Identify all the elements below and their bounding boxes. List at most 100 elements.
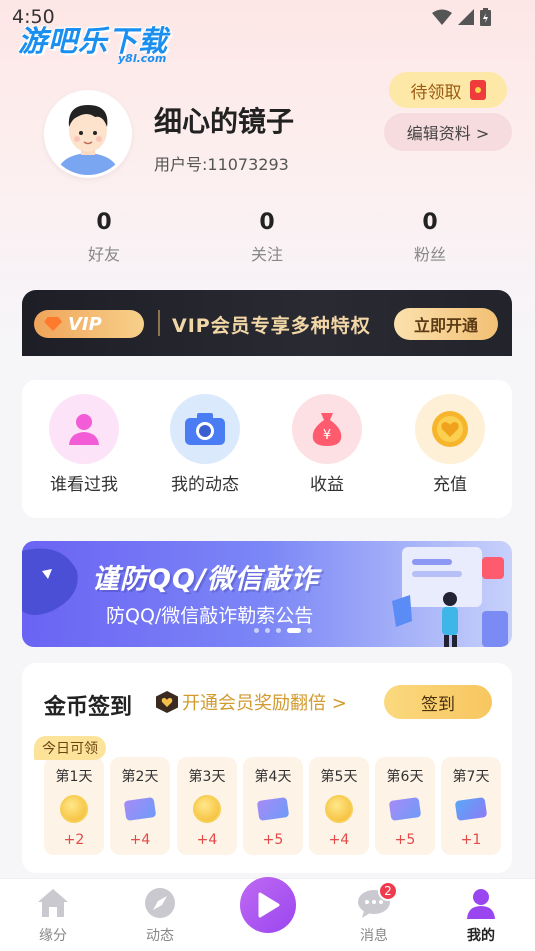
grid-item-earnings[interactable]: ¥ 收益: [277, 394, 377, 495]
vip-open-button[interactable]: 立即开通: [394, 308, 498, 340]
day-label: 第6天: [386, 769, 424, 785]
checkin-day[interactable]: 第3天 +4: [177, 757, 237, 855]
pending-reward-button[interactable]: 待领取: [389, 72, 507, 108]
ticket-icon: [454, 794, 488, 824]
promo-text: 开通会员奖励翻倍 >: [182, 693, 347, 714]
nav-label: 消息: [360, 928, 388, 944]
carousel-dot-active[interactable]: [287, 628, 301, 633]
camera-icon: [170, 394, 240, 464]
stat-following[interactable]: 0 关注: [227, 210, 307, 265]
day-reward: +4: [129, 832, 151, 848]
checkin-day[interactable]: 第1天 +2: [44, 757, 104, 855]
username: 细心的镜子: [154, 105, 295, 138]
nav-label: 缘分: [39, 928, 67, 944]
ticket-icon: [123, 794, 157, 824]
checkin-day[interactable]: 第7天 +1: [441, 757, 501, 855]
day-reward: +2: [63, 832, 85, 848]
checkin-day[interactable]: 第6天 +5: [375, 757, 435, 855]
checkin-title: 金币签到: [44, 695, 133, 720]
day-label: 第5天: [320, 769, 358, 785]
ticket-icon: [388, 794, 422, 824]
stat-value: 0: [422, 210, 438, 235]
carousel-dots: [254, 628, 312, 633]
wifi-icon: [432, 9, 452, 25]
day-label: 第7天: [452, 769, 490, 785]
day-label: 第4天: [254, 769, 292, 785]
nav-label: 动态: [146, 928, 174, 944]
nav-item-messages[interactable]: 消息: [339, 885, 409, 945]
checkin-button[interactable]: 签到: [384, 685, 492, 719]
user-id: 用户号:11073293: [154, 155, 289, 174]
vip-badge: VIP: [34, 310, 144, 338]
nav-label: 我的: [467, 928, 495, 944]
vip-banner[interactable]: VIP VIP会员专享多种特权 立即开通: [22, 290, 512, 356]
avatar-illustration: [47, 93, 129, 175]
compass-icon: [142, 885, 178, 921]
grid-item-recharge[interactable]: 充值: [400, 394, 500, 495]
nav-item-me[interactable]: 我的: [446, 885, 516, 945]
stat-label: 好友: [87, 245, 120, 264]
vip-badge-text: VIP: [68, 313, 102, 335]
message-count-badge: 2: [378, 881, 398, 901]
day-label: 第1天: [55, 769, 93, 785]
quick-actions-card: 谁看过我 我的动态 ¥ 收益 充值: [22, 380, 512, 518]
ad-title: 谨防QQ/微信敲诈: [92, 564, 319, 595]
checkin-day[interactable]: 第4天 +5: [243, 757, 303, 855]
day-reward: +4: [196, 832, 218, 848]
money-bag-icon: ¥: [292, 394, 362, 464]
day-reward: +5: [262, 832, 284, 848]
grid-item-visitors[interactable]: 谁看过我: [34, 394, 134, 495]
stat-friends[interactable]: 0 好友: [64, 210, 144, 265]
vip-divider: [158, 310, 160, 336]
vip-text: VIP会员专享多种特权: [172, 315, 371, 337]
stats-row: 0 好友 0 关注 0 粉丝: [0, 210, 535, 270]
day-reward: +5: [394, 832, 416, 848]
profile-icon: [463, 885, 499, 921]
avatar[interactable]: [44, 90, 132, 178]
vip-crown-icon: [156, 691, 178, 713]
edit-profile-button[interactable]: 编辑资料 >: [384, 113, 512, 151]
grid-label: 收益: [310, 475, 344, 495]
today-claimable-tag: 今日可领: [34, 736, 106, 760]
play-button[interactable]: [240, 877, 296, 933]
ad-subtitle: 防QQ/微信敲诈勒索公告: [106, 605, 314, 627]
day-reward: +1: [460, 832, 482, 848]
grid-label: 充值: [433, 475, 467, 495]
red-envelope-icon: [469, 80, 486, 100]
carousel-dot[interactable]: [265, 628, 270, 633]
day-reward: +4: [328, 832, 350, 848]
stat-label: 粉丝: [413, 245, 446, 264]
checkin-day[interactable]: 第5天 +4: [309, 757, 369, 855]
ticket-icon: [256, 794, 290, 824]
carousel-dot[interactable]: [254, 628, 259, 633]
grid-item-my-posts[interactable]: 我的动态: [155, 394, 255, 495]
stat-value: 0: [96, 210, 112, 235]
nav-item-match[interactable]: 缘分: [18, 885, 88, 945]
play-icon: [258, 892, 280, 918]
carousel-dot[interactable]: [276, 628, 281, 633]
home-icon: [35, 885, 71, 921]
nav-item-moments[interactable]: 动态: [125, 885, 195, 945]
stat-fans[interactable]: 0 粉丝: [390, 210, 470, 265]
checkin-day[interactable]: 第2天 +4: [110, 757, 170, 855]
stat-value: 0: [259, 210, 275, 235]
grid-label: 谁看过我: [50, 475, 118, 495]
pending-reward-label: 待领取: [410, 82, 462, 103]
stat-label: 关注: [250, 245, 283, 264]
coin-icon: [324, 794, 354, 824]
status-icons: [432, 8, 491, 26]
carousel-dot[interactable]: [307, 628, 312, 633]
ad-banner[interactable]: 谨防QQ/微信敲诈 防QQ/微信敲诈勒索公告: [22, 541, 512, 647]
signal-icon: [458, 9, 474, 25]
vip-double-reward-link[interactable]: 开通会员奖励翻倍 >: [156, 689, 347, 715]
watermark-url: y8l.com: [118, 52, 167, 65]
coin-icon: [415, 394, 485, 464]
grid-label: 我的动态: [171, 475, 239, 495]
day-label: 第2天: [121, 769, 159, 785]
day-label: 第3天: [188, 769, 226, 785]
coin-icon: [59, 794, 89, 824]
watermark-logo: 游吧乐下载 y8l.com: [18, 18, 168, 65]
bottom-nav: 缘分 动态 消息 2 我的: [0, 877, 535, 951]
coin-checkin-card: 金币签到 开通会员奖励翻倍 > 签到 今日可领 第1天 +2 第2天 +4 第3…: [22, 663, 512, 873]
battery-icon: [480, 8, 491, 26]
